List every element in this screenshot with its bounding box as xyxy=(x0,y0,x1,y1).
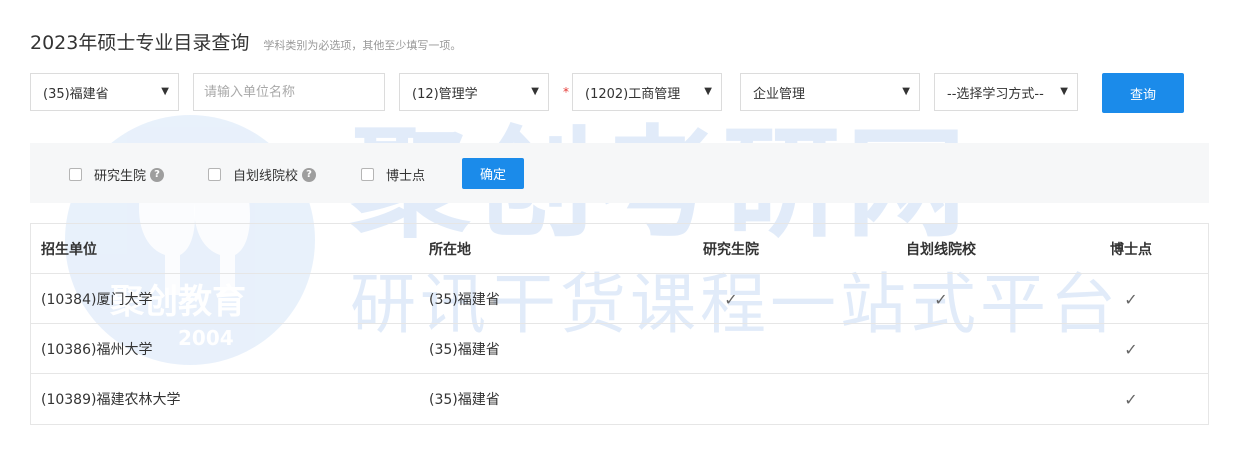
options-bar: 研究生院 ? 自划线院校 ? 博士点 确定 xyxy=(30,143,1209,203)
cell-unit[interactable]: (10384)厦门大学 xyxy=(41,274,152,324)
cell-unit[interactable]: (10389)福建农林大学 xyxy=(41,374,180,424)
checkbox-box[interactable] xyxy=(361,168,374,181)
check-icon: ✓ xyxy=(724,289,738,309)
cell-unit[interactable]: (10386)福州大学 xyxy=(41,324,152,374)
check-icon xyxy=(651,374,811,424)
query-button[interactable]: 查询 xyxy=(1102,73,1184,113)
cell-location: (35)福建省 xyxy=(429,342,500,358)
checkbox-box[interactable] xyxy=(69,168,82,181)
table-header-row: 招生单位 所在地 研究生院 自划线院校 博士点 xyxy=(31,224,1208,274)
study-mode-select[interactable]: --选择学习方式-- ▼ xyxy=(934,73,1078,111)
grad-school-label: 研究生院 xyxy=(94,169,147,184)
chevron-down-icon: ▼ xyxy=(531,86,539,97)
doctoral-label: 博士点 xyxy=(386,169,426,184)
category-select-value: (12)管理学 xyxy=(412,86,478,102)
check-icon: ✓ xyxy=(934,289,948,309)
filter-bar: (35)福建省 ▼ (12)管理学 ▼ * (1202)工商管理 ▼ 企业管理 … xyxy=(0,73,1245,113)
self-line-checkbox[interactable]: 自划线院校 ? xyxy=(208,165,317,184)
check-icon: ✓ xyxy=(1124,289,1138,309)
grad-school-checkbox[interactable]: 研究生院 ? xyxy=(69,165,165,184)
help-icon[interactable]: ? xyxy=(302,167,317,182)
table-row[interactable]: (10386)福州大学 (35)福建省 ✓ xyxy=(31,324,1208,374)
discipline-select[interactable]: (1202)工商管理 ▼ xyxy=(572,73,722,111)
province-select[interactable]: (35)福建省 ▼ xyxy=(30,73,179,111)
table-row[interactable]: (10389)福建农林大学 (35)福建省 ✓ xyxy=(31,374,1208,424)
page-subtitle: 学科类别为必选项，其他至少填写一项。 xyxy=(263,39,462,52)
doctoral-checkbox[interactable]: 博士点 xyxy=(361,165,425,184)
header-self-line: 自划线院校 xyxy=(906,242,976,258)
required-mark: * xyxy=(563,85,569,99)
results-table: 招生单位 所在地 研究生院 自划线院校 博士点 (10384)厦门大学 (35)… xyxy=(30,223,1209,425)
check-icon xyxy=(861,374,1021,424)
page-title: 2023年硕士专业目录查询 xyxy=(30,32,250,54)
confirm-button[interactable]: 确定 xyxy=(462,158,524,189)
cell-location: (35)福建省 xyxy=(429,292,500,308)
header-unit: 招生单位 xyxy=(41,242,97,258)
study-mode-select-value: --选择学习方式-- xyxy=(947,86,1044,102)
province-select-value: (35)福建省 xyxy=(43,86,109,102)
table-row[interactable]: (10384)厦门大学 (35)福建省 ✓ ✓ ✓ xyxy=(31,274,1208,324)
header-location: 所在地 xyxy=(429,242,471,258)
chevron-down-icon: ▼ xyxy=(1060,86,1068,97)
major-select-value: 企业管理 xyxy=(753,86,806,102)
self-line-label: 自划线院校 xyxy=(233,169,299,184)
chevron-down-icon: ▼ xyxy=(161,86,169,97)
help-icon[interactable]: ? xyxy=(150,167,165,182)
check-icon xyxy=(651,324,811,374)
discipline-select-value: (1202)工商管理 xyxy=(585,86,681,102)
check-icon: ✓ xyxy=(1124,339,1138,359)
unit-name-input[interactable] xyxy=(193,73,385,111)
check-icon: ✓ xyxy=(1124,389,1138,409)
category-select[interactable]: (12)管理学 ▼ xyxy=(399,73,549,111)
cell-location: (35)福建省 xyxy=(429,392,500,408)
checkbox-box[interactable] xyxy=(208,168,221,181)
header-grad-school: 研究生院 xyxy=(703,242,759,258)
title-row: 2023年硕士专业目录查询 学科类别为必选项，其他至少填写一项。 xyxy=(30,28,461,55)
check-icon xyxy=(861,324,1021,374)
chevron-down-icon: ▼ xyxy=(704,86,712,97)
header-doctoral: 博士点 xyxy=(1110,242,1152,258)
major-select[interactable]: 企业管理 ▼ xyxy=(740,73,920,111)
chevron-down-icon: ▼ xyxy=(902,86,910,97)
